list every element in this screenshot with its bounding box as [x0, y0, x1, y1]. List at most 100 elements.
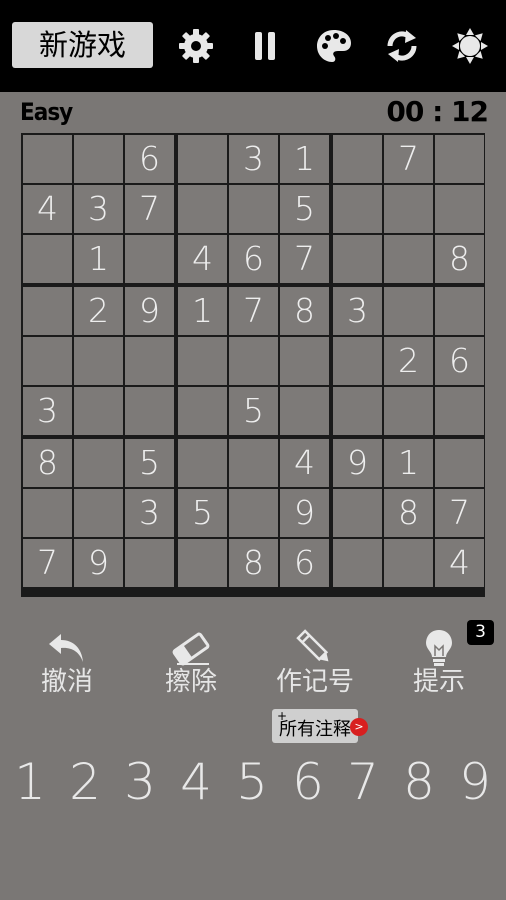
board-cell[interactable] — [178, 135, 227, 183]
board-cell[interactable] — [74, 489, 123, 537]
board-cell[interactable]: 8 — [435, 235, 484, 283]
number-key[interactable]: 4 — [168, 752, 224, 812]
board-cell[interactable] — [178, 439, 227, 487]
board-cell[interactable] — [229, 489, 278, 537]
board-cell[interactable]: 9 — [280, 489, 329, 537]
board-cell[interactable] — [333, 185, 382, 233]
board-cell[interactable]: 1 — [74, 235, 123, 283]
board-cell[interactable]: 3 — [229, 135, 278, 183]
board-cell[interactable]: 6 — [229, 235, 278, 283]
number-key[interactable]: 9 — [447, 752, 503, 812]
board-cell[interactable] — [23, 287, 72, 335]
board-cell[interactable]: 8 — [229, 539, 278, 587]
board-cell[interactable]: 7 — [280, 235, 329, 283]
board-cell[interactable] — [384, 387, 433, 435]
board-cell[interactable] — [74, 387, 123, 435]
board-cell[interactable]: 4 — [178, 235, 227, 283]
board-cell[interactable]: 9 — [74, 539, 123, 587]
board-cell[interactable]: 1 — [384, 439, 433, 487]
board-cell[interactable]: 1 — [178, 287, 227, 335]
board-cell[interactable]: 6 — [435, 337, 484, 385]
board-cell[interactable] — [125, 235, 174, 283]
board-cell[interactable] — [74, 439, 123, 487]
board-cell[interactable]: 5 — [178, 489, 227, 537]
board-cell[interactable] — [333, 337, 382, 385]
board-cell[interactable] — [384, 185, 433, 233]
board-cell[interactable]: 7 — [435, 489, 484, 537]
board-cell[interactable] — [435, 135, 484, 183]
number-key[interactable]: 7 — [335, 752, 391, 812]
board-cell[interactable] — [23, 337, 72, 385]
board-cell[interactable]: 2 — [74, 287, 123, 335]
settings-icon[interactable] — [176, 26, 216, 66]
number-key[interactable]: 5 — [224, 752, 280, 812]
board-cell[interactable]: 5 — [229, 387, 278, 435]
board-cell[interactable]: 3 — [74, 185, 123, 233]
board-cell[interactable]: 5 — [280, 185, 329, 233]
board-cell[interactable]: 3 — [333, 287, 382, 335]
board-cell[interactable] — [280, 387, 329, 435]
board-cell[interactable]: 1 — [280, 135, 329, 183]
brightness-icon[interactable] — [450, 26, 490, 66]
board-cell[interactable] — [384, 287, 433, 335]
board-cell[interactable]: 6 — [280, 539, 329, 587]
number-key[interactable]: 6 — [280, 752, 336, 812]
board-cell[interactable]: 2 — [384, 337, 433, 385]
number-key[interactable]: 1 — [2, 752, 58, 812]
board-cell[interactable] — [74, 135, 123, 183]
erase-button[interactable]: 擦除 — [141, 628, 241, 698]
board-cell[interactable]: 7 — [23, 539, 72, 587]
board-cell[interactable] — [435, 287, 484, 335]
board-cell[interactable] — [23, 135, 72, 183]
board-cell[interactable] — [125, 337, 174, 385]
board-cell[interactable]: 8 — [23, 439, 72, 487]
board-cell[interactable] — [178, 539, 227, 587]
board-cell[interactable] — [333, 387, 382, 435]
board-cell[interactable] — [229, 439, 278, 487]
board-cell[interactable] — [23, 489, 72, 537]
board-cell[interactable]: 4 — [23, 185, 72, 233]
board-cell[interactable] — [333, 235, 382, 283]
board-cell[interactable] — [333, 489, 382, 537]
board-cell[interactable] — [178, 185, 227, 233]
board-cell[interactable]: 6 — [125, 135, 174, 183]
board-cell[interactable]: 7 — [229, 287, 278, 335]
all-notes-toggle[interactable]: > — [350, 718, 368, 736]
board-cell[interactable] — [178, 387, 227, 435]
board-cell[interactable] — [280, 337, 329, 385]
board-cell[interactable]: 7 — [384, 135, 433, 183]
board-cell[interactable]: 4 — [280, 439, 329, 487]
number-key[interactable]: 2 — [57, 752, 113, 812]
board-cell[interactable]: 9 — [333, 439, 382, 487]
all-notes-button[interactable]: + 所有注释 — [272, 709, 358, 743]
board-cell[interactable] — [435, 439, 484, 487]
board-cell[interactable]: 8 — [384, 489, 433, 537]
board-cell[interactable] — [384, 235, 433, 283]
pause-icon[interactable] — [245, 26, 285, 66]
board-cell[interactable] — [384, 539, 433, 587]
board-cell[interactable]: 8 — [280, 287, 329, 335]
board-cell[interactable] — [333, 135, 382, 183]
board-cell[interactable] — [229, 185, 278, 233]
refresh-icon[interactable] — [382, 26, 422, 66]
board-cell[interactable] — [333, 539, 382, 587]
board-cell[interactable] — [178, 337, 227, 385]
board-cell[interactable]: 5 — [125, 439, 174, 487]
board-cell[interactable]: 3 — [125, 489, 174, 537]
board-cell[interactable] — [74, 337, 123, 385]
board-cell[interactable] — [23, 235, 72, 283]
board-cell[interactable]: 9 — [125, 287, 174, 335]
board-cell[interactable]: 7 — [125, 185, 174, 233]
board-cell[interactable] — [125, 387, 174, 435]
number-key[interactable]: 8 — [391, 752, 447, 812]
notes-button[interactable]: 作记号 — [265, 628, 365, 698]
board-cell[interactable]: 3 — [23, 387, 72, 435]
board-cell[interactable] — [229, 337, 278, 385]
new-game-button[interactable]: 新游戏 — [12, 22, 153, 68]
number-key[interactable]: 3 — [112, 752, 168, 812]
board-cell[interactable] — [435, 387, 484, 435]
board-cell[interactable] — [435, 185, 484, 233]
palette-icon[interactable] — [314, 26, 354, 66]
undo-button[interactable]: 撤消 — [17, 628, 117, 698]
board-cell[interactable] — [125, 539, 174, 587]
